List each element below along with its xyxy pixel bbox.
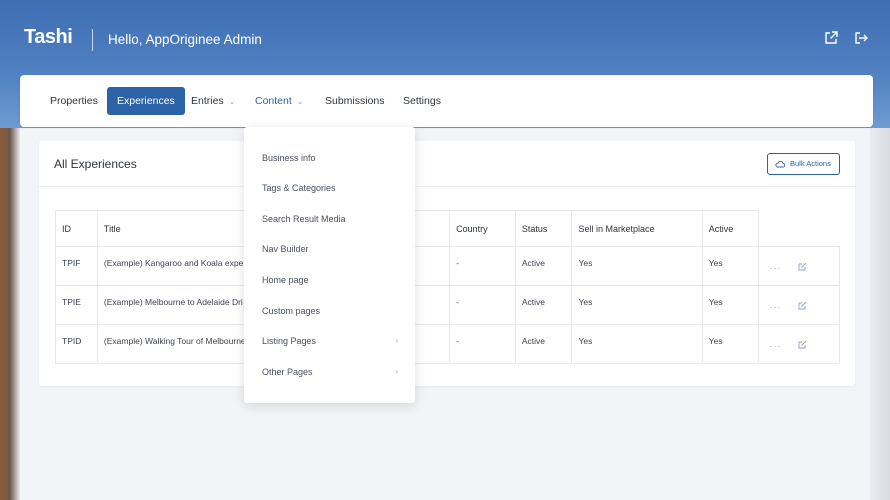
cell-actions: ··· <box>758 285 840 325</box>
cell-marketplace: Yes <box>571 285 703 325</box>
cell-active: Yes <box>701 324 760 364</box>
menu-item-business-info[interactable]: Business info <box>262 153 398 163</box>
nav-entries-label: Entries <box>191 95 224 107</box>
cell-active: Yes <box>701 246 760 286</box>
menu-item-nav-builder[interactable]: Nav Builder <box>262 244 398 254</box>
chevron-right-icon: › <box>395 367 398 376</box>
column-header-marketplace[interactable]: Sell in Marketplace <box>571 210 703 247</box>
nav-experiences[interactable]: Experiences <box>107 87 185 115</box>
cell-status: Active <box>514 246 573 286</box>
cell-country: - <box>449 285 516 325</box>
table-row[interactable]: TPIF (Example) Kangaroo and Koala expe 1… <box>55 246 840 286</box>
experiences-table: ID Title Price per client Country Status… <box>55 210 840 364</box>
content-dropdown-menu: Business info Tags & Categories Search R… <box>244 127 415 403</box>
menu-item-label: Listing Pages <box>262 336 317 346</box>
cell-status: Active <box>514 285 573 325</box>
cell-id: TPID <box>55 324 98 364</box>
menu-item-label: Nav Builder <box>262 244 309 254</box>
column-header-actions <box>758 210 840 247</box>
bulk-actions-label: Bulk Actions <box>790 159 831 168</box>
cell-id: TPIE <box>55 285 98 325</box>
menu-item-search-result-media[interactable]: Search Result Media <box>262 214 398 224</box>
nav-settings-label: Settings <box>403 95 441 107</box>
nav-experiences-label: Experiences <box>117 95 175 107</box>
nav-submissions-label: Submissions <box>325 95 385 107</box>
chevron-down-icon: ⌄ <box>296 97 304 106</box>
cell-actions: ··· <box>758 324 840 364</box>
main-nav: Properties Experiences Entries ⌄ Content ⌄… <box>20 75 873 127</box>
bulk-actions-button[interactable]: Bulk Actions <box>767 153 840 175</box>
more-options-button[interactable]: ··· <box>769 302 781 312</box>
column-header-status[interactable]: Status <box>514 210 573 247</box>
header-divider <box>92 29 93 51</box>
menu-item-tags-categories[interactable]: Tags & Categories <box>262 183 398 193</box>
more-options-button[interactable]: ··· <box>769 263 781 273</box>
nav-properties-label: Properties <box>50 95 98 107</box>
table-row[interactable]: TPIE (Example) Melbourne to Adelaide Dri… <box>55 285 840 325</box>
external-link-icon[interactable] <box>824 31 838 45</box>
cloud-icon <box>775 160 785 168</box>
nav-submissions[interactable]: Submissions <box>325 87 385 115</box>
cell-marketplace: Yes <box>571 324 703 364</box>
cell-status: Active <box>514 324 573 364</box>
chevron-right-icon: › <box>395 336 398 345</box>
menu-item-other-pages[interactable]: Other Pages › <box>262 367 398 377</box>
menu-item-home-page[interactable]: Home page <box>262 275 398 285</box>
experiences-card: All Experiences Bulk Actions ID Title Pr… <box>39 141 855 386</box>
cell-id: TPIF <box>55 246 98 286</box>
cell-marketplace: Yes <box>571 246 703 286</box>
greeting-text: Hello, AppOriginee Admin <box>108 32 262 47</box>
cell-country: - <box>449 324 516 364</box>
column-header-id[interactable]: ID <box>55 210 98 247</box>
menu-item-label: Business info <box>262 153 316 163</box>
cell-actions: ··· <box>758 246 840 286</box>
menu-item-label: Custom pages <box>262 306 321 316</box>
table-row[interactable]: TPID (Example) Walking Tour of Melbourne… <box>55 324 840 364</box>
edit-icon[interactable] <box>798 340 807 351</box>
menu-item-label: Search Result Media <box>262 214 346 224</box>
table-header-row: ID Title Price per client Country Status… <box>55 210 840 247</box>
menu-item-label: Tags & Categories <box>262 183 336 193</box>
nav-properties[interactable]: Properties <box>50 87 98 115</box>
column-header-country[interactable]: Country <box>449 210 516 247</box>
top-bar: Tashi Hello, AppOriginee Admin <box>0 0 890 78</box>
app-logo[interactable]: Tashi <box>24 26 73 49</box>
nav-settings[interactable]: Settings <box>403 87 441 115</box>
menu-item-listing-pages[interactable]: Listing Pages › <box>262 336 398 346</box>
card-title: All Experiences <box>54 157 137 171</box>
more-options-button[interactable]: ··· <box>769 341 781 351</box>
nav-entries[interactable]: Entries ⌄ <box>191 87 235 115</box>
nav-content[interactable]: Content ⌄ <box>255 87 303 115</box>
chevron-down-icon: ⌄ <box>228 97 236 106</box>
column-header-active[interactable]: Active <box>701 210 760 247</box>
edit-icon[interactable] <box>798 301 807 312</box>
menu-item-custom-pages[interactable]: Custom pages <box>262 306 398 316</box>
cell-active: Yes <box>701 285 760 325</box>
nav-content-label: Content <box>255 95 292 107</box>
edit-icon[interactable] <box>798 262 807 273</box>
menu-item-label: Other Pages <box>262 367 313 377</box>
card-divider <box>39 186 855 187</box>
menu-item-label: Home page <box>262 275 309 285</box>
cell-country: - <box>449 246 516 286</box>
logout-icon[interactable] <box>854 31 868 45</box>
